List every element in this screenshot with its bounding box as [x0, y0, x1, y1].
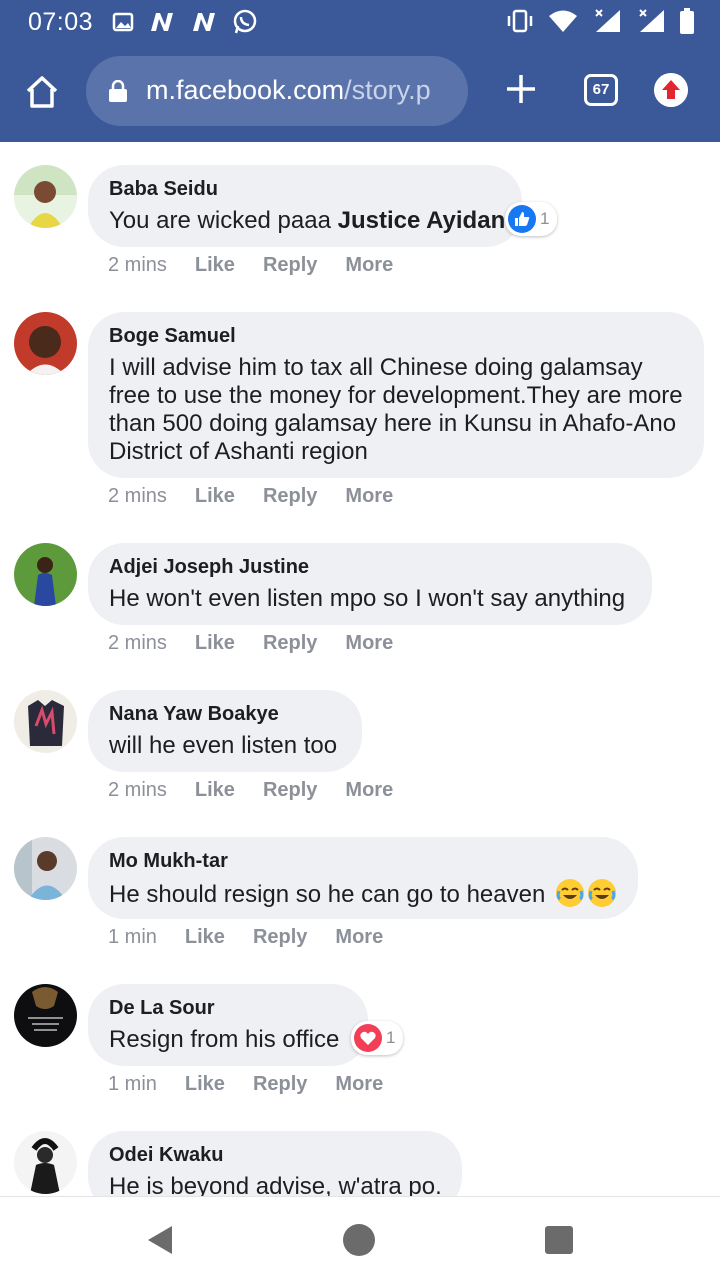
comment-author[interactable]: Baba Seidu — [109, 177, 501, 201]
comment-text: He won't even listen mpo so I won't say … — [109, 585, 626, 612]
comment-text: Resign from his office — [109, 1026, 340, 1053]
signal-icon — [639, 9, 664, 32]
reaction-count: 1 — [540, 209, 550, 228]
comment-author[interactable]: Adjei Joseph Justine — [109, 555, 631, 579]
comment-time[interactable]: 2 mins — [108, 779, 167, 802]
new-tab-icon[interactable] — [504, 72, 538, 106]
like-button[interactable]: Like — [195, 254, 235, 277]
comment-actions: 2 mins Like Reply More — [108, 254, 421, 277]
image-icon — [112, 12, 134, 32]
comment-actions: 2 mins Like Reply More — [108, 485, 421, 508]
comment-actions: 1 min Like Reply More — [108, 926, 411, 949]
love-reaction-icon — [354, 1024, 382, 1052]
more-button[interactable]: More — [345, 632, 393, 655]
avatar[interactable] — [14, 690, 77, 753]
browser-toolbar: m.facebook.com/story.p 67 — [0, 44, 720, 142]
comment-text-body: He should resign so he can go to heaven — [109, 881, 552, 908]
whatsapp-icon — [233, 9, 257, 34]
comment-list: Baba Seidu You are wicked paaa Justice A… — [0, 142, 720, 1196]
reply-button[interactable]: Reply — [253, 926, 307, 949]
address-bar[interactable]: m.facebook.com/story.p — [86, 56, 468, 126]
reaction-badge[interactable]: 1 — [351, 1021, 404, 1055]
reply-button[interactable]: Reply — [263, 779, 317, 802]
like-reaction-icon — [508, 205, 536, 233]
avatar[interactable] — [14, 984, 77, 1047]
wifi-icon — [549, 10, 577, 32]
tears-of-joy-emoji — [555, 879, 584, 907]
more-button[interactable]: More — [345, 779, 393, 802]
comment-text: I will advise him to tax all Chinese doi… — [109, 354, 683, 465]
home-nav-icon[interactable] — [343, 1224, 375, 1256]
signal-icon — [595, 9, 620, 32]
comment-author[interactable]: Nana Yaw Boakye — [109, 702, 341, 726]
url-path: /story.p — [344, 75, 431, 105]
more-button[interactable]: More — [335, 926, 383, 949]
comment-text: You are wicked paaa Justice Ayidan — [109, 207, 505, 235]
avatar[interactable] — [14, 1131, 77, 1194]
comment-text: He is beyond advise, w'atra po. — [109, 1173, 442, 1196]
avatar[interactable] — [14, 837, 77, 900]
reply-button[interactable]: Reply — [253, 1073, 307, 1096]
comment-actions: 2 mins Like Reply More — [108, 632, 421, 655]
more-button[interactable]: More — [335, 1073, 383, 1096]
comment-text: He should resign so he can go to heaven — [109, 879, 617, 909]
recents-icon[interactable] — [545, 1226, 573, 1254]
battery-icon — [680, 8, 694, 34]
avatar[interactable] — [14, 312, 77, 375]
status-time: 07:03 — [28, 8, 94, 36]
comment-author[interactable]: Odei Kwaku — [109, 1143, 441, 1167]
like-button[interactable]: Like — [185, 926, 225, 949]
status-bar: 07:03 — [0, 0, 720, 44]
like-button[interactable]: Like — [195, 779, 235, 802]
avatar[interactable] — [14, 165, 77, 228]
system-nav-bar — [0, 1196, 720, 1280]
reaction-count: 1 — [386, 1028, 396, 1047]
comment-text: will he even listen too — [109, 732, 338, 759]
mention-link[interactable]: Justice Ayidan — [338, 207, 506, 234]
lock-icon — [109, 80, 127, 102]
more-button[interactable]: More — [345, 254, 393, 277]
comment-author[interactable]: Mo Mukh-tar — [109, 849, 617, 873]
like-button[interactable]: Like — [195, 632, 235, 655]
reply-button[interactable]: Reply — [263, 254, 317, 277]
update-icon[interactable] — [654, 73, 688, 107]
comment-bubble: Baba Seidu You are wicked paaa Justice A… — [88, 165, 522, 247]
url-text: m.facebook.com/story.p — [146, 75, 431, 106]
comment-author[interactable]: De La Sour — [109, 996, 347, 1020]
like-button[interactable]: Like — [185, 1073, 225, 1096]
comment-time[interactable]: 2 mins — [108, 485, 167, 508]
comment-actions: 2 mins Like Reply More — [108, 779, 421, 802]
n-notification-icon — [151, 13, 173, 31]
comment-time[interactable]: 1 min — [108, 1073, 157, 1096]
comment-text-body: You are wicked paaa — [109, 207, 338, 234]
url-host: m.facebook.com — [146, 75, 345, 105]
comment-bubble: Boge Samuel I will advise him to tax all… — [88, 312, 704, 478]
comment-actions: 1 min Like Reply More — [108, 1073, 411, 1096]
comment-author[interactable]: Boge Samuel — [109, 324, 683, 348]
comment-bubble: Adjei Joseph Justine He won't even liste… — [88, 543, 652, 625]
comment-bubble: Odei Kwaku He is beyond advise, w'atra p… — [88, 1131, 462, 1196]
more-button[interactable]: More — [345, 485, 393, 508]
back-icon[interactable] — [146, 1224, 174, 1256]
home-icon[interactable] — [24, 74, 60, 110]
comment-bubble: Mo Mukh-tar He should resign so he can g… — [88, 837, 638, 919]
comment-time[interactable]: 2 mins — [108, 632, 167, 655]
reply-button[interactable]: Reply — [263, 485, 317, 508]
comment-time[interactable]: 1 min — [108, 926, 157, 949]
vibrate-icon — [507, 9, 533, 33]
tears-of-joy-emoji — [587, 879, 616, 907]
avatar[interactable] — [14, 543, 77, 606]
like-button[interactable]: Like — [195, 485, 235, 508]
n-notification-icon — [193, 13, 215, 31]
reaction-badge[interactable]: 1 — [505, 202, 558, 236]
comment-time[interactable]: 2 mins — [108, 254, 167, 277]
reply-button[interactable]: Reply — [263, 632, 317, 655]
comment-bubble: De La Sour Resign from his office — [88, 984, 368, 1066]
comment-bubble: Nana Yaw Boakye will he even listen too — [88, 690, 362, 772]
tab-switcher-button[interactable]: 67 — [584, 74, 618, 106]
